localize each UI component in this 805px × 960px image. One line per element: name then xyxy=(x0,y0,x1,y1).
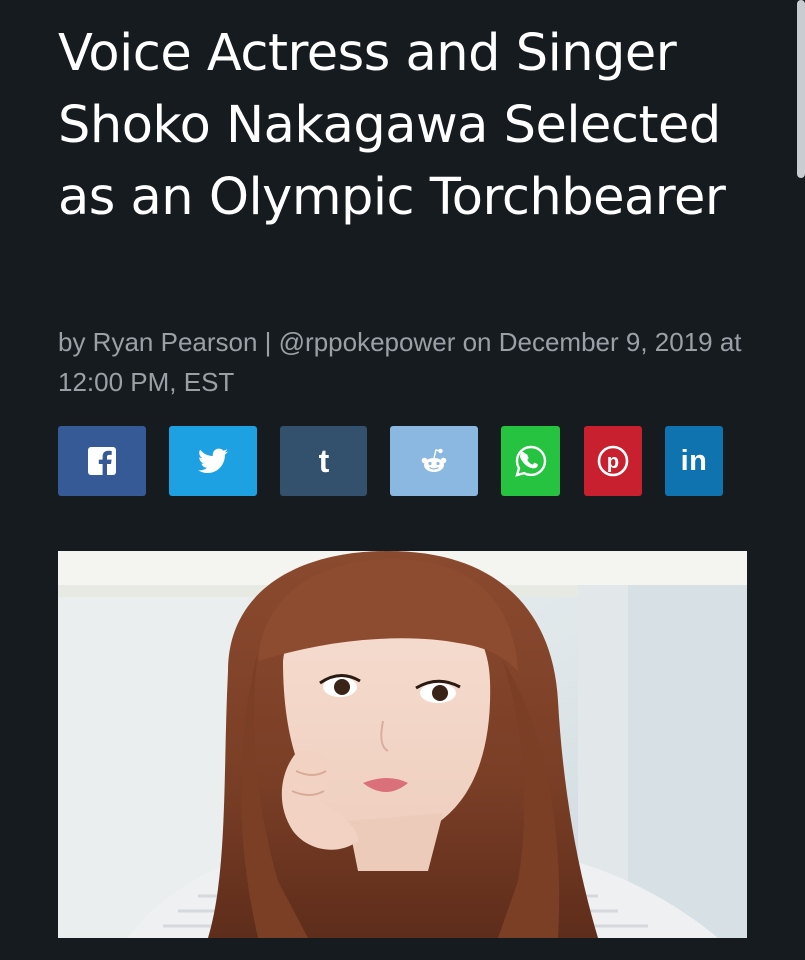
facebook-icon xyxy=(88,447,116,475)
share-pinterest-button[interactable]: p xyxy=(584,426,642,496)
twitter-icon xyxy=(198,448,228,473)
share-reddit-button[interactable] xyxy=(390,426,478,496)
share-tumblr-button[interactable]: t xyxy=(280,426,367,496)
article-byline: by Ryan Pearson | @rppokepower on Decemb… xyxy=(58,327,742,397)
whatsapp-icon xyxy=(514,445,546,477)
pinterest-icon: p xyxy=(597,445,629,477)
article-title: Voice Actress and Singer Shoko Nakagawa … xyxy=(58,24,726,227)
linkedin-icon: in xyxy=(680,444,708,477)
share-whatsapp-button[interactable] xyxy=(501,426,560,496)
reddit-icon xyxy=(421,448,447,472)
scrollbar-thumb[interactable] xyxy=(797,0,805,178)
share-linkedin-button[interactable]: in xyxy=(665,426,723,496)
hero-image xyxy=(58,551,747,938)
tumblr-icon: t xyxy=(318,445,329,477)
portrait-photo xyxy=(58,551,747,938)
share-bar: t p in xyxy=(0,426,805,496)
svg-text:p: p xyxy=(607,451,619,473)
svg-text:t: t xyxy=(318,445,329,477)
share-twitter-button[interactable] xyxy=(169,426,257,496)
share-facebook-button[interactable] xyxy=(58,426,146,496)
